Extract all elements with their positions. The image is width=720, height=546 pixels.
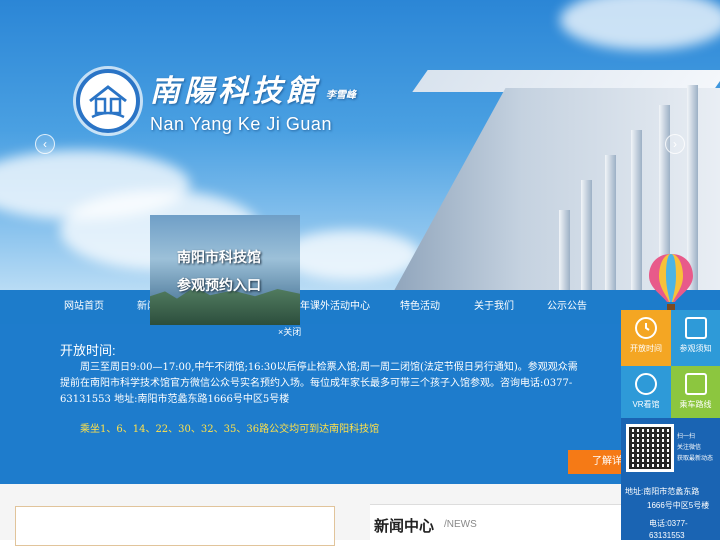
clipboard-icon bbox=[684, 317, 707, 339]
nav-item-home[interactable]: 网站首页 bbox=[64, 290, 104, 324]
float-tile-label: 开放时间 bbox=[630, 344, 662, 353]
float-tile-label: 乘车路线 bbox=[679, 400, 712, 409]
news-center-header: 新闻中心 /NEWS bbox=[370, 504, 630, 540]
hot-air-balloon-icon[interactable] bbox=[647, 252, 695, 310]
news-center-title: 新闻中心 bbox=[374, 518, 435, 535]
float-tile-opening-hours[interactable]: 开放时间 bbox=[621, 310, 671, 366]
nav-item-announcements[interactable]: 公示公告 bbox=[547, 290, 587, 324]
popup-title-line1: 南阳市科技馆 bbox=[177, 249, 261, 265]
hero-banner: 南陽科技館 李雪峰 Nan Yang Ke Ji Guan ‹ › bbox=[0, 0, 720, 290]
wechat-qr-panel: 扫一扫 关注微信 获取最新动态 地址:南阳市范蠡东路 1666号中区5号楼 电话… bbox=[621, 418, 720, 540]
nav-item-activity-center[interactable]: 年课外活动中心 bbox=[300, 290, 370, 324]
clock-icon bbox=[635, 317, 657, 339]
main-navigation: 网站首页 新闻 年课外活动中心 特色活动 关于我们 公示公告 bbox=[0, 290, 720, 324]
site-logo[interactable]: 南陽科技館 李雪峰 Nan Yang Ke Ji Guan bbox=[76, 66, 356, 135]
opening-hours-section: 开放时间: 周三至周日9:00—17:00,中午不闭馆;16:30以后停止检票入… bbox=[0, 324, 720, 484]
logo-english-name: Nan Yang Ke Ji Guan bbox=[150, 114, 332, 134]
cloud bbox=[560, 0, 720, 50]
featured-box bbox=[15, 506, 335, 546]
float-tile-visit-notice[interactable]: 参观须知 bbox=[671, 310, 720, 366]
slider-prev-arrow-icon[interactable]: ‹ bbox=[35, 134, 55, 154]
bus-route-text: 乘坐1、6、14、22、30、32、35、36路公交均可到达南阳科技馆 bbox=[80, 424, 380, 435]
float-address-line1: 地址:南阳市范蠡东路 bbox=[625, 487, 700, 496]
qr-caption: 扫一扫 关注微信 获取最新动态 bbox=[677, 434, 714, 462]
float-tile-label: VR看馆 bbox=[632, 400, 660, 409]
calligrapher-signature: 李雪峰 bbox=[326, 89, 356, 101]
wechat-qr-code[interactable] bbox=[626, 424, 674, 472]
reservation-popup[interactable]: 南阳市科技馆 参观预约入口 bbox=[150, 215, 300, 325]
opening-hours-text: 周三至周日9:00—17:00,中午不闭馆;16:30以后停止检票入馆;周一周二… bbox=[60, 362, 578, 405]
popup-close-button[interactable]: ×关闭 bbox=[278, 325, 301, 338]
logo-chinese-name: 南陽科技館 李雪峰 bbox=[150, 74, 356, 109]
float-tile-vr-tour[interactable]: VR看馆 bbox=[621, 366, 671, 418]
float-tile-label: 参观须知 bbox=[679, 344, 712, 353]
bus-icon bbox=[684, 373, 707, 395]
learn-more-button[interactable]: 了解详 bbox=[568, 450, 628, 474]
nav-item-featured-activities[interactable]: 特色活动 bbox=[400, 290, 440, 324]
float-address-line2: 1666号中区5号楼 bbox=[647, 501, 710, 510]
float-tile-bus-route[interactable]: 乘车路线 bbox=[671, 366, 720, 418]
logo-emblem-icon bbox=[76, 68, 140, 133]
opening-hours-title: 开放时间: bbox=[60, 343, 116, 358]
vr-icon bbox=[635, 373, 657, 395]
popup-title-line2: 参观预约入口 bbox=[177, 277, 261, 293]
slider-next-arrow-icon[interactable]: › bbox=[665, 134, 685, 154]
float-phone: 电话:0377-63131553 bbox=[649, 519, 688, 540]
news-center-subtitle: /NEWS bbox=[444, 519, 477, 530]
nav-item-about[interactable]: 关于我们 bbox=[474, 290, 514, 324]
